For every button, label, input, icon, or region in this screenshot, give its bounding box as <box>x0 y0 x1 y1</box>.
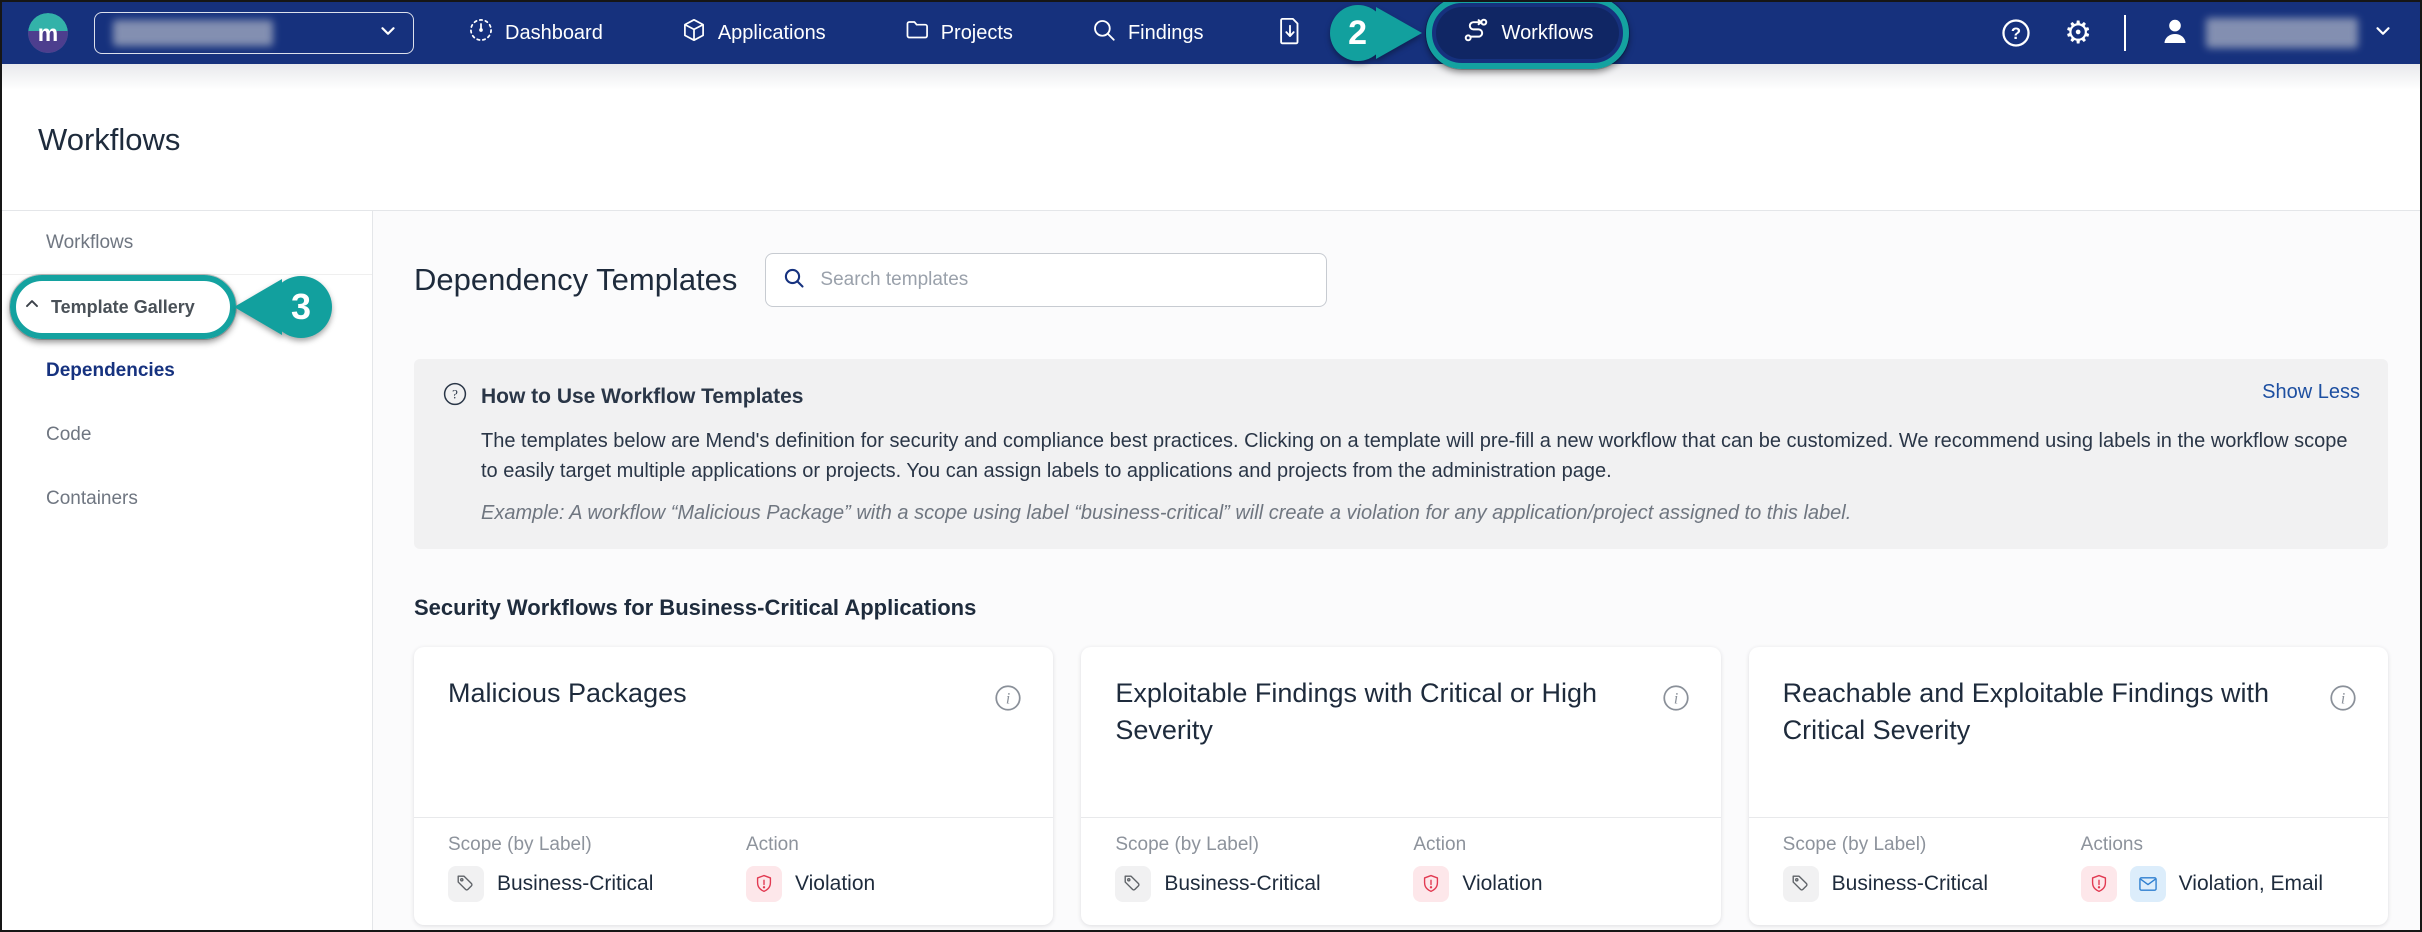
scope-label: Scope (by Label) <box>448 834 746 856</box>
action-label: Action <box>1413 834 1542 856</box>
nav-projects[interactable]: Projects <box>904 17 1013 49</box>
sidebar-containers-label: Containers <box>46 488 138 510</box>
show-less-link[interactable]: Show Less <box>2262 381 2360 404</box>
redacted-user-name <box>2206 18 2358 48</box>
card-title: Reachable and Exploitable Findings with … <box>1783 675 2328 750</box>
nav-findings[interactable]: Findings <box>1091 17 1204 49</box>
info-box-title: How to Use Workflow Templates <box>481 385 803 409</box>
svg-text:m: m <box>38 20 58 46</box>
template-card-exploitable-findings[interactable]: Exploitable Findings with Critical or Hi… <box>1081 647 1720 925</box>
action-value: Violation <box>1462 872 1542 896</box>
page-title-bar: Workflows <box>2 64 2420 211</box>
top-navigation-bar: m Dashboard <box>2 2 2420 64</box>
nav-applications-label: Applications <box>718 22 826 45</box>
email-envelope-icon <box>2130 866 2166 902</box>
sidebar-item-code[interactable]: Code <box>2 403 372 467</box>
sidebar-item-containers[interactable]: Containers <box>2 467 372 531</box>
sidebar-dependencies-label: Dependencies <box>46 360 175 382</box>
info-icon[interactable]: i <box>993 683 1023 718</box>
topbar-right-cluster: ? ⚙ <box>2000 14 2394 53</box>
scope-value: Business-Critical <box>1164 872 1320 896</box>
action-label: Action <box>746 834 875 856</box>
scope-value: Business-Critical <box>497 872 653 896</box>
template-card-reachable-exploitable[interactable]: Reachable and Exploitable Findings with … <box>1749 647 2388 925</box>
callout-step-3: 3 <box>234 276 332 338</box>
card-title: Exploitable Findings with Critical or Hi… <box>1115 675 1660 750</box>
nav-workflows-label: Workflows <box>1502 22 1594 45</box>
sidebar-item-workflows[interactable]: Workflows <box>2 211 372 275</box>
action-value: Violation <box>795 872 875 896</box>
mend-logo-icon: m <box>28 13 68 53</box>
scope-label: Scope (by Label) <box>1115 834 1413 856</box>
app-window: m Dashboard <box>0 0 2422 932</box>
nav-projects-label: Projects <box>941 22 1013 45</box>
redacted-org-name <box>113 20 273 46</box>
info-icon[interactable]: i <box>2328 683 2358 718</box>
violation-shield-icon <box>2081 866 2117 902</box>
dashboard-gauge-icon <box>468 17 494 49</box>
sidebar-item-dependencies[interactable]: Dependencies <box>2 339 372 403</box>
action-label: Actions <box>2081 834 2323 856</box>
callout-2-arrow <box>1376 7 1422 59</box>
svg-text:i: i <box>1006 691 1010 708</box>
nav-applications[interactable]: Applications <box>681 17 826 49</box>
organization-selector[interactable] <box>94 12 414 54</box>
main-header-row: Dependency Templates <box>414 253 2388 307</box>
sidebar-code-label: Code <box>46 424 91 446</box>
sidebar-template-gallery-label: Template Gallery <box>51 297 195 318</box>
workflows-route-icon <box>1462 16 1490 50</box>
chevron-down-icon <box>377 20 399 47</box>
label-tag-icon <box>1783 866 1819 902</box>
main-panel: Dependency Templates <box>373 211 2420 932</box>
template-cards-grid: Malicious Packages i Scope (by Label) <box>414 647 2388 925</box>
settings-gear-button[interactable]: ⚙ <box>2064 18 2092 49</box>
content-area: Workflows Template Gallery Dependencies … <box>2 211 2420 932</box>
gear-icon: ⚙ <box>2064 18 2092 49</box>
workflows-highlight-ring: Workflows <box>1426 0 1630 69</box>
page-title: Workflows <box>38 122 2420 158</box>
security-workflows-section-heading: Security Workflows for Business-Critical… <box>414 595 2388 621</box>
callout-3-number: 3 <box>270 276 332 338</box>
user-menu[interactable] <box>2158 14 2394 53</box>
user-avatar-icon <box>2158 14 2192 53</box>
question-circle-icon: ? <box>442 381 468 412</box>
applications-cube-icon <box>681 17 707 49</box>
search-icon <box>782 266 806 295</box>
scope-value: Business-Critical <box>1832 872 1988 896</box>
template-search[interactable] <box>765 253 1327 307</box>
svg-text:?: ? <box>2011 24 2021 43</box>
violation-shield-icon <box>746 866 782 902</box>
nav-findings-label: Findings <box>1128 22 1204 45</box>
nav-dashboard[interactable]: Dashboard <box>468 17 603 49</box>
card-title: Malicious Packages <box>448 675 993 712</box>
info-icon[interactable]: i <box>1661 683 1691 718</box>
reports-button[interactable] <box>1276 16 1304 51</box>
action-value: Violation, Email <box>2179 872 2323 896</box>
search-input[interactable] <box>820 269 1310 291</box>
sidebar-workflows-label: Workflows <box>46 232 133 254</box>
dependency-templates-heading: Dependency Templates <box>414 262 737 298</box>
topbar-divider <box>2124 15 2126 51</box>
user-chevron-down-icon <box>2372 20 2394 47</box>
label-tag-icon <box>448 866 484 902</box>
svg-text:i: i <box>2341 691 2345 708</box>
callout-step-2: 2 <box>1330 5 1422 61</box>
how-to-info-box: ? How to Use Workflow Templates Show Les… <box>414 359 2388 549</box>
chevron-up-icon <box>22 294 42 320</box>
label-tag-icon <box>1115 866 1151 902</box>
info-box-body: The templates below are Mend's definitio… <box>481 426 2360 486</box>
info-box-example: Example: A workflow “Malicious Package” … <box>481 502 2360 525</box>
svg-text:?: ? <box>452 387 458 402</box>
nav-workflows[interactable]: Workflows <box>1436 7 1620 59</box>
scope-label: Scope (by Label) <box>1783 834 2081 856</box>
help-button[interactable]: ? <box>2000 17 2032 49</box>
violation-shield-icon <box>1413 866 1449 902</box>
report-document-icon <box>1276 16 1304 51</box>
projects-folder-icon <box>904 17 930 49</box>
nav-dashboard-label: Dashboard <box>505 22 603 45</box>
primary-nav: Dashboard Applications P <box>468 17 1204 49</box>
template-card-malicious-packages[interactable]: Malicious Packages i Scope (by Label) <box>414 647 1053 925</box>
svg-text:i: i <box>1673 691 1677 708</box>
findings-search-icon <box>1091 17 1117 49</box>
